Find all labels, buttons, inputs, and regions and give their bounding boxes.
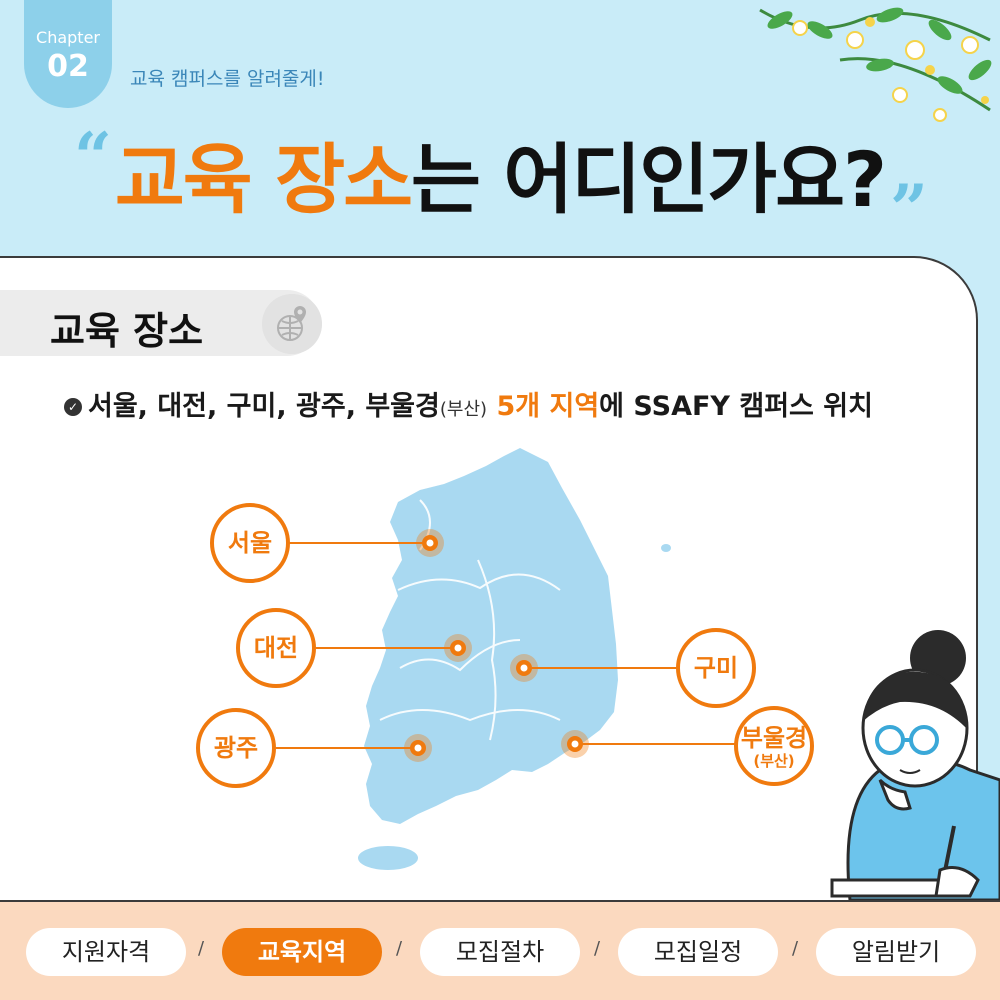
nav-notification[interactable]: 알림받기 xyxy=(816,928,976,976)
nav-recruitment-schedule[interactable]: 모집일정 xyxy=(618,928,778,976)
nav-qualification[interactable]: 지원자격 xyxy=(26,928,186,976)
nav-separator: / xyxy=(396,938,403,959)
woman-thinking-illustration xyxy=(830,630,1000,902)
nav-separator: / xyxy=(594,938,601,959)
nav-separator: / xyxy=(792,938,799,959)
nav-education-region[interactable]: 교육지역 xyxy=(222,928,382,976)
nav-separator: / xyxy=(198,938,205,959)
nav-recruitment-process[interactable]: 모집절차 xyxy=(420,928,580,976)
